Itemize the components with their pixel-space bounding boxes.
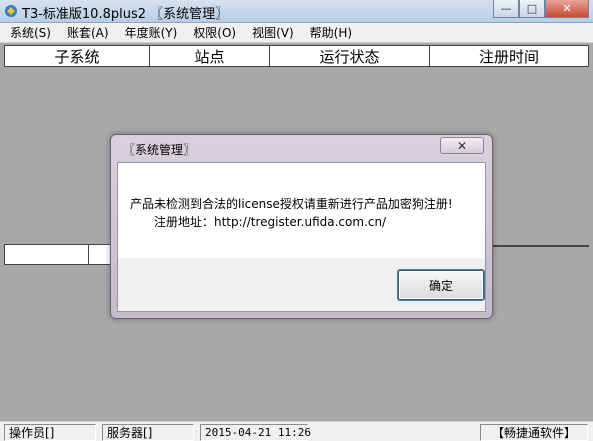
- table-header: 子系统 站点 运行状态 注册时间: [4, 45, 589, 67]
- status-brand: 【畅捷通软件】: [480, 424, 588, 441]
- table-cell[interactable]: [4, 244, 89, 265]
- menu-bar: 系统(S) 账套(A) 年度账(Y) 权限(O) 视图(V) 帮助(H): [0, 23, 593, 43]
- window-controls: — □ ✕: [493, 0, 589, 19]
- menu-permission[interactable]: 权限(O): [183, 24, 242, 41]
- menu-annual-account[interactable]: 年度账(Y): [115, 24, 184, 41]
- status-operator: 操作员[]: [4, 424, 96, 441]
- window-title: T3-标准版10.8plus2 〖系统管理〗: [22, 7, 229, 22]
- status-server: 服务器[]: [102, 424, 194, 441]
- dialog-body: 产品未检测到合法的license授权请重新进行产品加密狗注册! 注册地址：htt…: [117, 162, 486, 312]
- column-header-site[interactable]: 站点: [150, 46, 270, 66]
- table-cell[interactable]: [88, 244, 112, 265]
- menu-system[interactable]: 系统(S): [0, 24, 57, 41]
- ok-button[interactable]: 确定: [398, 270, 484, 300]
- column-header-subsystem[interactable]: 子系统: [5, 46, 150, 66]
- menu-help[interactable]: 帮助(H): [300, 24, 358, 41]
- message-area: 产品未检测到合法的license授权请重新进行产品加密狗注册! 注册地址：htt…: [118, 163, 485, 258]
- main-window: T3-标准版10.8plus2 〖系统管理〗 — □ ✕ 系统(S) 账套(A)…: [0, 0, 593, 441]
- dialog-close-button[interactable]: ✕: [440, 137, 484, 154]
- license-message: 产品未检测到合法的license授权请重新进行产品加密狗注册!: [130, 197, 453, 211]
- status-datetime: 2015-04-21 11:26: [200, 424, 311, 441]
- system-management-dialog: 〖系统管理〗 ✕ 产品未检测到合法的license授权请重新进行产品加密狗注册!…: [110, 134, 493, 319]
- app-logo-icon: [5, 5, 17, 17]
- maximize-button[interactable]: □: [519, 0, 545, 18]
- dialog-title: 〖系统管理〗: [123, 143, 196, 157]
- close-button[interactable]: ✕: [545, 0, 589, 18]
- column-header-status[interactable]: 运行状态: [270, 46, 430, 66]
- column-header-register-time[interactable]: 注册时间: [430, 46, 588, 66]
- menu-account-set[interactable]: 账套(A): [57, 24, 115, 41]
- menu-view[interactable]: 视图(V): [242, 24, 300, 41]
- status-bar: 操作员[] 服务器[] 2015-04-21 11:26 【畅捷通软件】: [0, 421, 593, 441]
- register-address: 注册地址：http://tregister.ufida.com.cn/: [154, 215, 387, 229]
- minimize-button[interactable]: —: [493, 0, 519, 18]
- title-bar[interactable]: T3-标准版10.8plus2 〖系统管理〗 — □ ✕: [0, 0, 593, 23]
